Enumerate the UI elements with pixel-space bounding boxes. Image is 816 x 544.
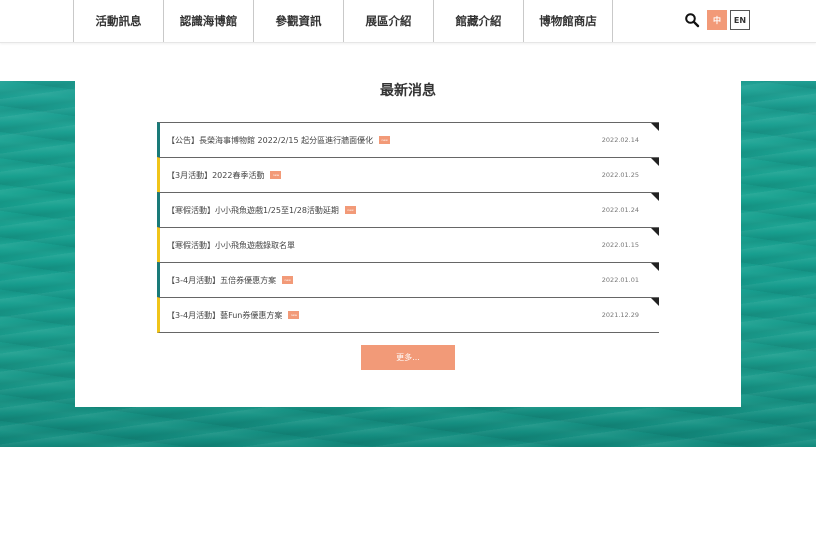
more-news-button[interactable]: 更多... bbox=[361, 345, 455, 370]
news-item-title: 【公告】長榮海事博物館 2022/2/15 起分區進行牆面優化 bbox=[167, 135, 374, 145]
news-item-title: 【3月活動】2022春季活動 bbox=[167, 170, 265, 180]
new-badge: new bbox=[344, 206, 356, 214]
news-item[interactable]: 【3-4月活動】五倍券優惠方案 new 2022.01.01 bbox=[157, 262, 659, 297]
news-list: 【公告】長榮海事博物館 2022/2/15 起分區進行牆面優化 new 2022… bbox=[157, 122, 659, 333]
news-item[interactable]: 【3月活動】2022春季活動 new 2022.01.25 bbox=[157, 157, 659, 192]
new-badge: new bbox=[379, 136, 391, 144]
news-heading: 最新消息 bbox=[380, 83, 436, 99]
news-item-date: 2022.01.15 bbox=[601, 241, 639, 249]
nav-item-museum-shop[interactable]: 博物館商店 bbox=[523, 0, 613, 42]
nav-tools: 中 EN bbox=[684, 10, 750, 30]
top-navigation: 活動訊息 認識海博館 參觀資訊 展區介紹 館藏介紹 博物館商店 中 EN bbox=[0, 0, 816, 43]
news-item-date: 2022.02.14 bbox=[601, 136, 639, 144]
news-item-date: 2021.12.29 bbox=[601, 311, 639, 319]
nav-item-about[interactable]: 認識海博館 bbox=[163, 0, 253, 42]
news-panel: 最新消息 【公告】長榮海事博物館 2022/2/15 起分區進行牆面優化 new… bbox=[75, 60, 741, 407]
nav-item-collections[interactable]: 館藏介紹 bbox=[433, 0, 523, 42]
news-item-title: 【寒假活動】小小飛魚遊戲錄取名單 bbox=[167, 240, 295, 250]
new-badge: new bbox=[282, 276, 294, 284]
news-item-title: 【寒假活動】小小飛魚遊戲1/25至1/28活動延期 bbox=[167, 205, 339, 215]
language-zh-button[interactable]: 中 bbox=[707, 10, 727, 30]
main-menu: 活動訊息 認識海博館 參觀資訊 展區介紹 館藏介紹 博物館商店 bbox=[73, 0, 613, 42]
nav-item-events[interactable]: 活動訊息 bbox=[73, 0, 163, 42]
news-item-date: 2022.01.24 bbox=[601, 206, 639, 214]
news-item[interactable]: 【寒假活動】小小飛魚遊戲錄取名單 2022.01.15 bbox=[157, 227, 659, 262]
news-item[interactable]: 【公告】長榮海事博物館 2022/2/15 起分區進行牆面優化 new 2022… bbox=[157, 122, 659, 157]
search-icon[interactable] bbox=[684, 12, 700, 28]
news-item-date: 2022.01.25 bbox=[601, 171, 639, 179]
news-item-title: 【3-4月活動】五倍券優惠方案 bbox=[167, 275, 277, 285]
nav-item-visit-info[interactable]: 參觀資訊 bbox=[253, 0, 343, 42]
news-item-date: 2022.01.01 bbox=[601, 276, 639, 284]
news-item[interactable]: 【3-4月活動】藝Fun券優惠方案 new 2021.12.29 bbox=[157, 297, 659, 333]
news-item[interactable]: 【寒假活動】小小飛魚遊戲1/25至1/28活動延期 new 2022.01.24 bbox=[157, 192, 659, 227]
news-item-title: 【3-4月活動】藝Fun券優惠方案 bbox=[167, 310, 283, 320]
nav-item-exhibitions[interactable]: 展區介紹 bbox=[343, 0, 433, 42]
language-en-button[interactable]: EN bbox=[730, 10, 750, 30]
new-badge: new bbox=[288, 311, 300, 319]
new-badge: new bbox=[270, 171, 282, 179]
